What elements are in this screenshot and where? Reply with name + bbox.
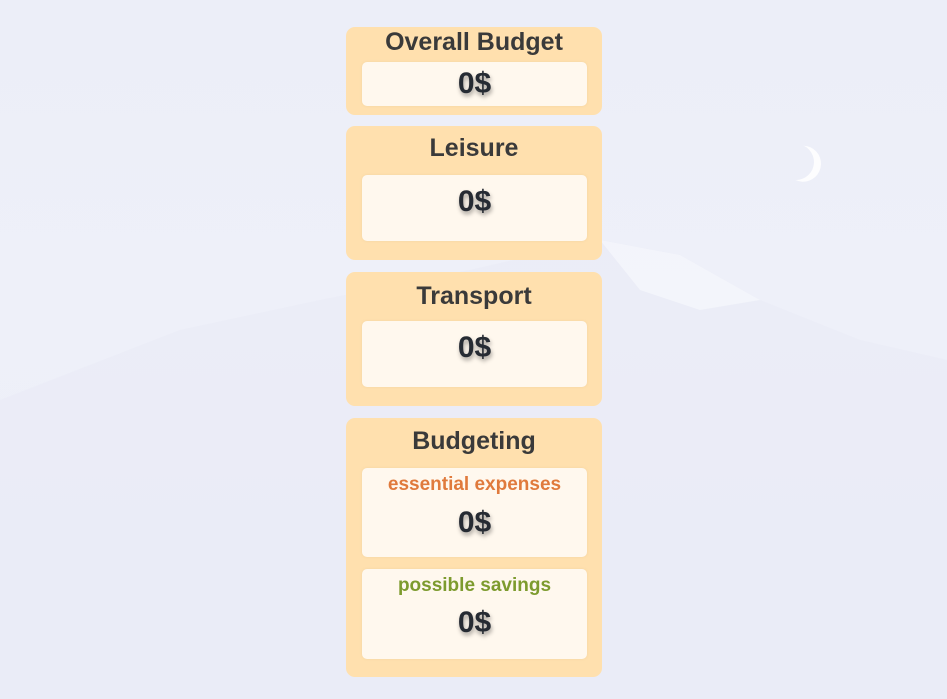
possible-savings-label: possible savings xyxy=(397,575,552,596)
leisure-amount: 0$ xyxy=(457,185,492,218)
leisure-title: Leisure xyxy=(429,134,519,162)
leisure-card: Leisure 0$ xyxy=(346,126,602,260)
transport-amount: 0$ xyxy=(457,331,492,364)
budgeting-title: Budgeting xyxy=(412,427,536,455)
budgeting-card: Budgeting essential expenses 0$ possible… xyxy=(346,418,602,677)
moon-icon xyxy=(773,139,819,185)
transport-card: Transport 0$ xyxy=(346,272,602,406)
overall-budget-card: Overall Budget 0$ xyxy=(346,27,602,115)
essential-expenses-box: essential expenses 0$ xyxy=(362,468,587,557)
transport-value-box: 0$ xyxy=(362,321,587,387)
overall-budget-amount: 0$ xyxy=(457,67,492,100)
possible-savings-box: possible savings 0$ xyxy=(362,569,587,659)
overall-budget-value-box: 0$ xyxy=(362,62,587,106)
possible-savings-amount: 0$ xyxy=(457,606,492,639)
essential-expenses-amount: 0$ xyxy=(457,506,492,539)
essential-expenses-label: essential expenses xyxy=(387,474,562,495)
overall-budget-title: Overall Budget xyxy=(385,28,563,56)
leisure-value-box: 0$ xyxy=(362,175,587,241)
transport-title: Transport xyxy=(416,282,532,310)
